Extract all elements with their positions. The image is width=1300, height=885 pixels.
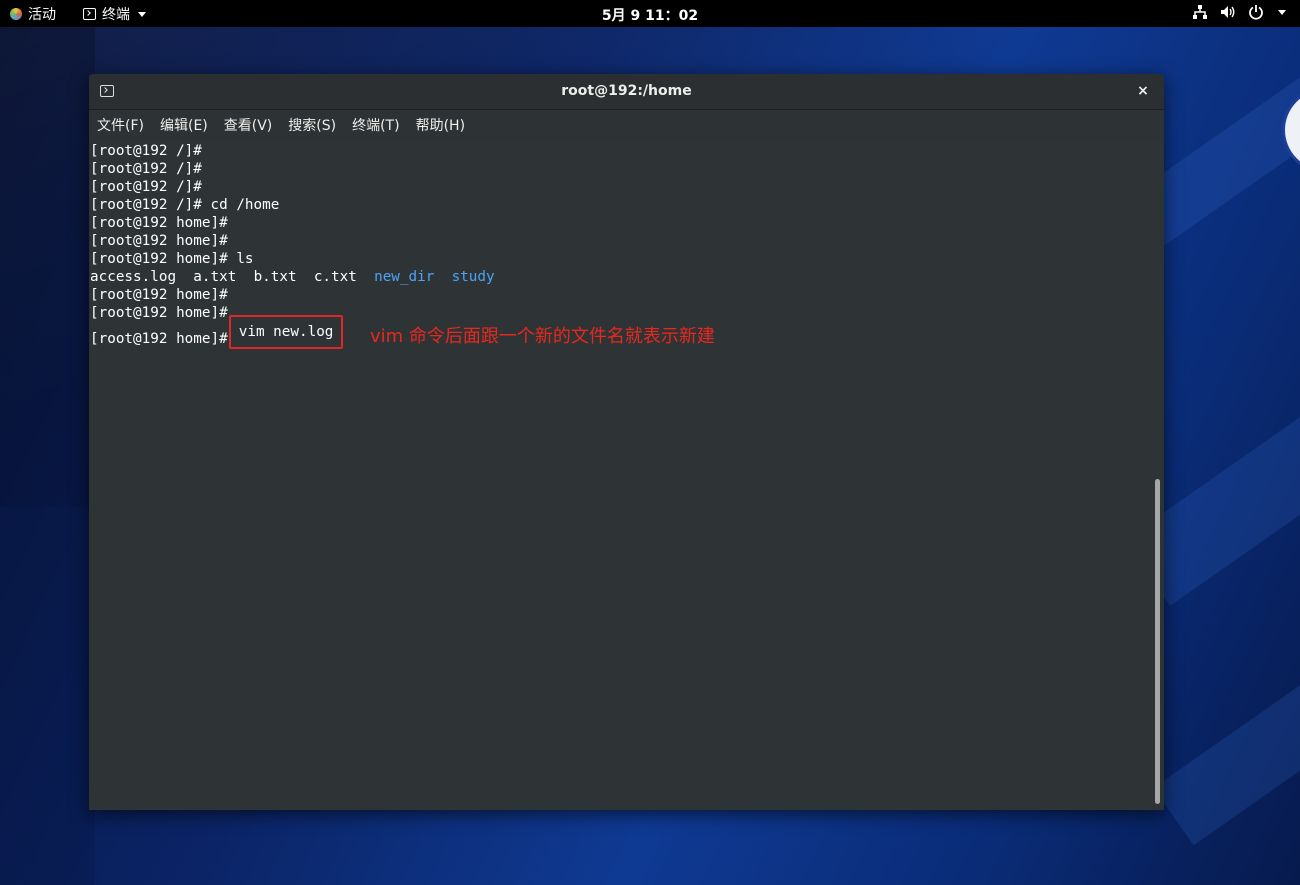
activities-icon: [10, 8, 22, 20]
directory-name: study: [451, 269, 495, 285]
scrollbar-thumb[interactable]: [1155, 479, 1160, 804]
terminal-icon: [83, 8, 96, 20]
terminal-line: [root@192 /]#: [90, 179, 202, 195]
terminal-window: root@192:/home × 文件(F) 编辑(E) 查看(V) 搜索(S)…: [89, 74, 1164, 810]
close-button[interactable]: ×: [1132, 80, 1154, 102]
terminal-line: [root@192 home]#: [90, 215, 228, 231]
highlighted-command: vim new.log: [228, 315, 344, 349]
annotation-text: vim 命令后面跟一个新的文件名就表示新建: [370, 326, 715, 347]
scrollbar[interactable]: [1153, 142, 1162, 810]
terminal-line: [root@192 /]#: [90, 143, 202, 159]
volume-icon: [1221, 6, 1235, 18]
menu-help[interactable]: 帮助(H): [408, 110, 473, 142]
file-name: access.log: [90, 269, 177, 285]
chevron-down-icon: [1278, 9, 1286, 15]
activities-label: 活动: [28, 7, 56, 23]
network-icon: [1193, 5, 1207, 19]
terminal-output[interactable]: [root@192 /]# [root@192 /]# [root@192 /]…: [89, 142, 1153, 810]
activities-button[interactable]: 活动: [10, 4, 56, 24]
window-titlebar[interactable]: root@192:/home ×: [89, 74, 1164, 110]
menu-view[interactable]: 查看(V): [216, 110, 281, 142]
menu-terminal[interactable]: 终端(T): [344, 110, 407, 142]
file-name: b.txt: [253, 269, 297, 285]
power-icon: [1249, 5, 1263, 20]
menu-edit[interactable]: 编辑(E): [152, 110, 216, 142]
top-bar: 活动 终端 5月 9 11：02: [0, 0, 1300, 27]
directory-name: new_dir: [374, 269, 435, 285]
file-name: a.txt: [193, 269, 237, 285]
terminal-line: [root@192 home]#: [90, 287, 228, 303]
chevron-down-icon: [138, 11, 146, 17]
clock-label[interactable]: 5月 9 11：02: [602, 8, 698, 24]
terminal-line: [root@192 home]# ls: [90, 251, 254, 267]
desktop-shape: [1153, 638, 1300, 846]
menu-bar: 文件(F) 编辑(E) 查看(V) 搜索(S) 终端(T) 帮助(H): [89, 110, 1164, 142]
desktop-shape: [0, 27, 95, 507]
clock: 5月 9 11：02: [0, 5, 1300, 25]
terminal-line: [root@192 /]# cd /home: [90, 197, 280, 213]
menu-search[interactable]: 搜索(S): [280, 110, 344, 142]
desktop-shape: [0, 507, 95, 885]
file-name: c.txt: [313, 269, 357, 285]
terminal-line: [root@192 /]#: [90, 161, 202, 177]
terminal-line: [root@192 home]#: [90, 233, 228, 249]
menu-file[interactable]: 文件(F): [89, 110, 152, 142]
app-menu-button[interactable]: 终端: [83, 4, 146, 24]
ls-output-line: access.log a.txt b.txt c.txt new_dir stu…: [90, 268, 495, 286]
prompt: [root@192 home]#: [90, 331, 228, 347]
terminal-icon: [100, 85, 114, 97]
system-tray[interactable]: [1192, 4, 1286, 20]
app-menu-label: 终端: [102, 7, 130, 23]
window-title: root@192:/home: [561, 83, 692, 99]
